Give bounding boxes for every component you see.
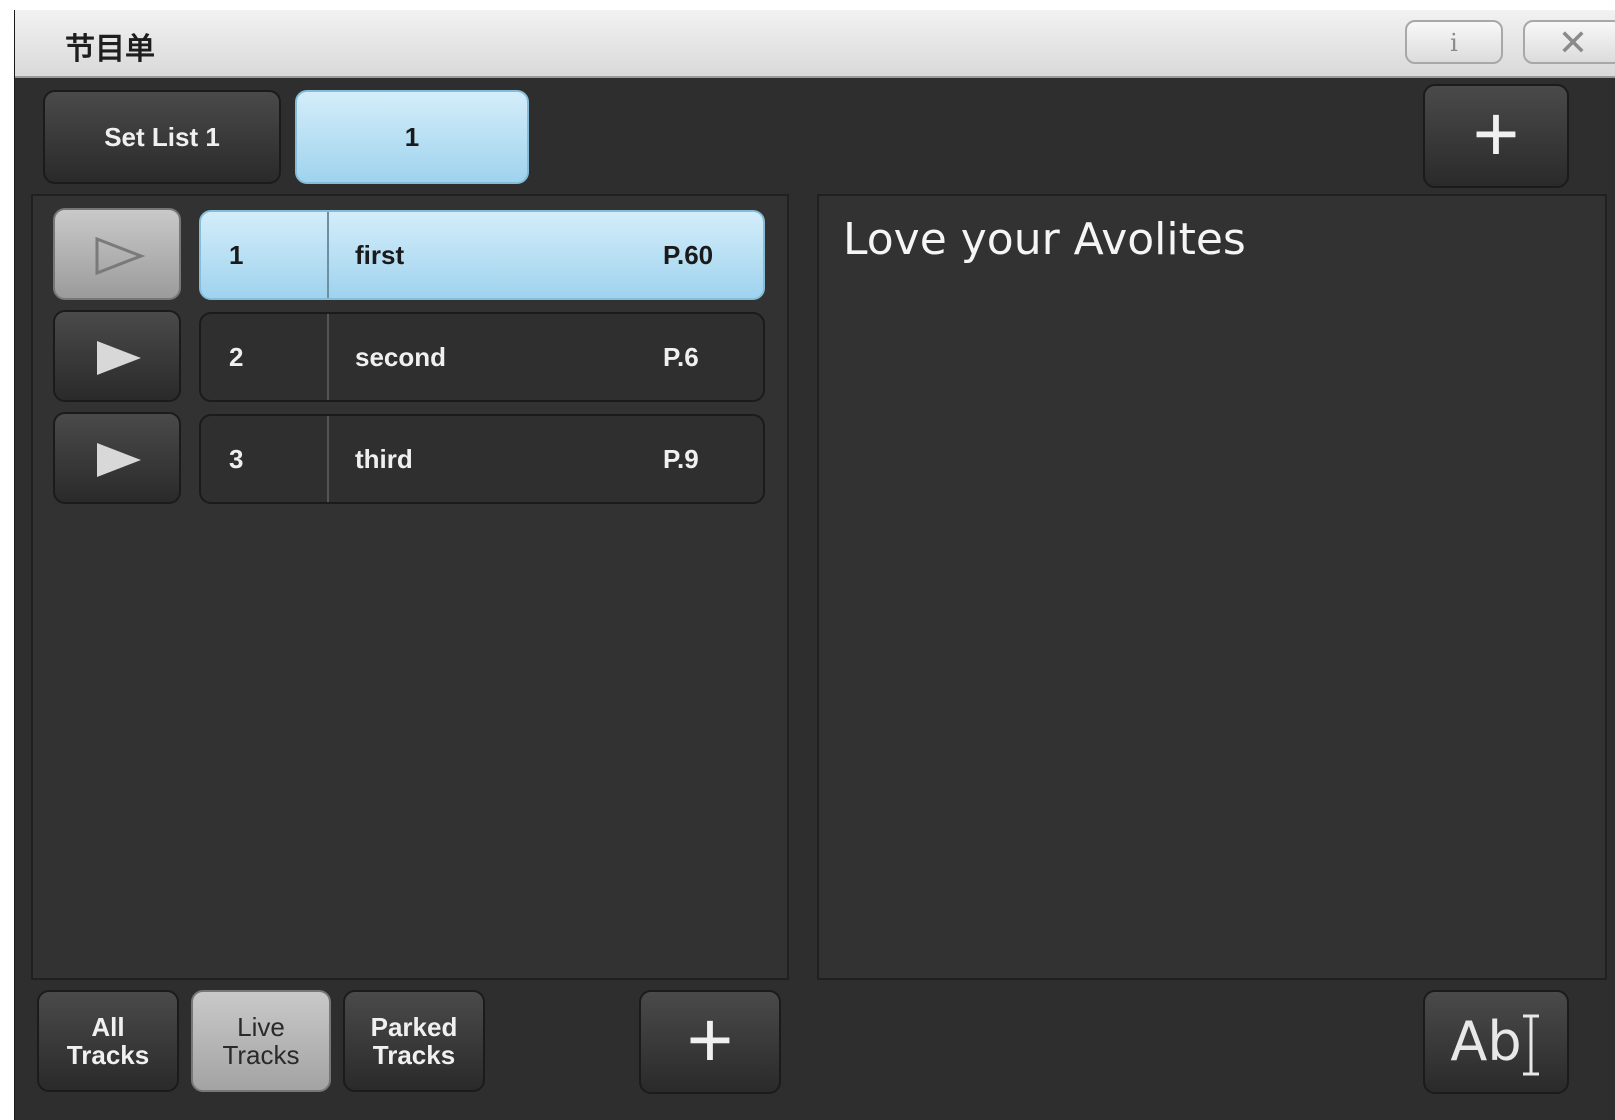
track-row-2[interactable]: 2 second P.6 (199, 312, 765, 402)
add-track-button[interactable]: + (639, 990, 781, 1094)
live-tracks-button[interactable]: Live Tracks (191, 990, 331, 1092)
notes-panel[interactable]: Love your Avolites (817, 194, 1607, 980)
play-track-3-button[interactable] (53, 412, 181, 504)
track-row-1[interactable]: 1 first P.60 (199, 210, 765, 300)
window-title: 节目单 (65, 32, 155, 67)
play-icon (97, 341, 141, 375)
play-track-1-button[interactable] (53, 208, 181, 300)
edit-text-label: Ab (1450, 1010, 1522, 1073)
edit-text-button[interactable]: Ab (1423, 990, 1569, 1094)
setlist-tab[interactable]: Set List 1 (43, 90, 281, 184)
setlist-window: 节目单 i ✕ Set List 1 1 + 1 first P.60 2 se… (14, 10, 1615, 1120)
info-button[interactable]: i (1405, 20, 1503, 64)
close-button[interactable]: ✕ (1523, 20, 1615, 64)
text-cursor-icon (1522, 1014, 1539, 1076)
track-page: P.6 (663, 342, 699, 372)
all-tracks-button[interactable]: All Tracks (37, 990, 179, 1092)
track-number: 2 (201, 314, 329, 400)
track-name: second (355, 342, 447, 372)
track-name: third (355, 444, 413, 474)
track-row-3[interactable]: 3 third P.9 (199, 414, 765, 504)
track-list-panel: 1 first P.60 2 second P.6 3 third P.9 (31, 194, 789, 980)
add-setlist-button[interactable]: + (1423, 84, 1569, 188)
notes-text: Love your Avolites (843, 214, 1246, 265)
track-number: 3 (201, 416, 329, 502)
play-icon (95, 236, 145, 276)
play-track-2-button[interactable] (53, 310, 181, 402)
parked-tracks-button[interactable]: Parked Tracks (343, 990, 485, 1092)
track-number: 1 (201, 212, 329, 298)
track-page: P.60 (663, 240, 714, 270)
track-name: first (355, 240, 405, 270)
tab-1[interactable]: 1 (295, 90, 529, 184)
play-icon (97, 443, 141, 477)
title-bar: 节目单 i ✕ (15, 10, 1615, 78)
track-page: P.9 (663, 444, 699, 474)
